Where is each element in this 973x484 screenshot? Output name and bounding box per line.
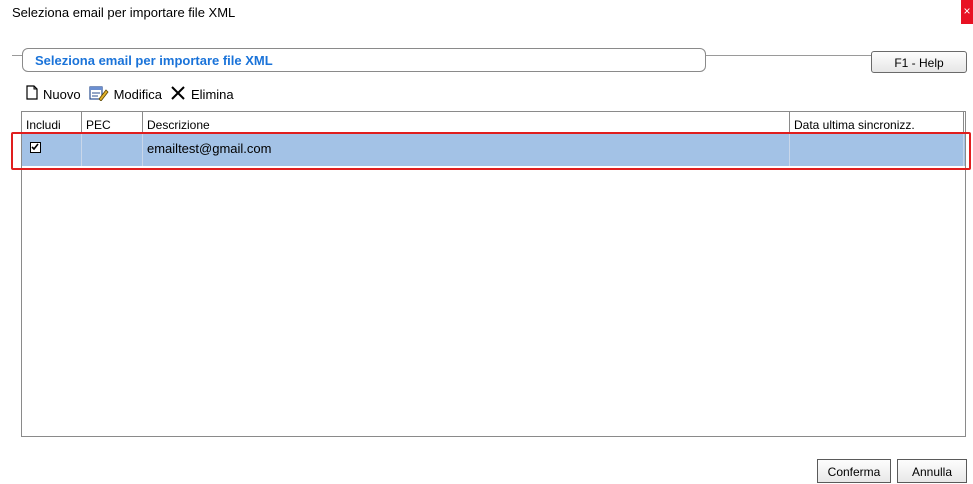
page-title: Seleziona email per importare file XML xyxy=(35,53,273,68)
toolbar: Nuovo Modifica Elimina xyxy=(26,83,242,105)
header-panel: Seleziona email per importare file XML xyxy=(22,48,706,72)
help-button[interactable]: F1 - Help xyxy=(871,51,967,73)
cancel-button[interactable]: Annulla xyxy=(897,459,967,483)
delete-icon xyxy=(170,85,186,104)
edit-icon xyxy=(88,85,109,104)
table-header: Includi PEC Descrizione Data ultima sinc… xyxy=(22,112,965,134)
title-bar: Seleziona email per importare file XML × xyxy=(0,0,973,24)
column-header-includi[interactable]: Includi xyxy=(22,112,82,134)
new-document-icon xyxy=(26,85,38,103)
close-button[interactable]: × xyxy=(961,0,973,24)
column-header-pec[interactable]: PEC xyxy=(82,112,143,134)
delete-button[interactable]: Elimina xyxy=(170,85,234,104)
window-title: Seleziona email per importare file XML xyxy=(12,5,236,20)
column-header-data-ultima-sincronizz[interactable]: Data ultima sincronizz. xyxy=(790,112,964,134)
delete-label: Elimina xyxy=(191,86,234,102)
edit-button[interactable]: Modifica xyxy=(88,85,162,104)
confirm-button[interactable]: Conferma xyxy=(817,459,891,483)
edit-label: Modifica xyxy=(113,86,162,102)
selection-highlight-box xyxy=(11,132,971,170)
new-button[interactable]: Nuovo xyxy=(26,85,81,103)
column-header-descrizione[interactable]: Descrizione xyxy=(143,112,790,134)
new-label: Nuovo xyxy=(43,86,81,102)
